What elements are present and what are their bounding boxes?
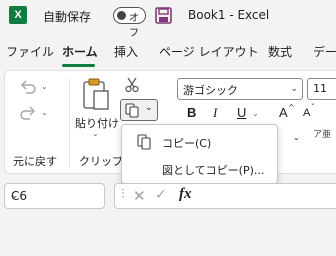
copy-split-button[interactable]: ⌄ — [120, 99, 158, 121]
menu-item-label: 図としてコピー(P)... — [162, 164, 265, 177]
title-bar: X 自動保存 オフ Book1 - Excel — [0, 0, 336, 39]
excel-logo-icon: X — [9, 6, 27, 24]
undo-icon[interactable] — [19, 79, 37, 95]
redo-icon[interactable] — [19, 105, 37, 121]
undo-dropdown-icon[interactable]: ⌄ — [41, 82, 48, 91]
underline-button[interactable]: U — [237, 105, 246, 120]
paste-icon[interactable] — [81, 77, 111, 111]
active-tab-indicator — [62, 64, 95, 67]
insert-function-button[interactable]: fx — [179, 186, 192, 203]
autosave-label: 自動保存 — [43, 10, 92, 24]
copy-dropdown-menu: コピー(C) 図としてコピー(P)... — [121, 124, 278, 184]
chevron-down-icon: ⌄ — [290, 84, 298, 94]
font-color-dropdown-icon[interactable]: ⌄ — [293, 133, 300, 142]
group-separator — [69, 79, 70, 167]
cancel-icon[interactable]: ✕ — [133, 187, 146, 205]
font-name-value: 游ゴシック — [183, 84, 238, 97]
shrink-font-button[interactable]: A — [303, 107, 310, 119]
grip-icon: ⋯ — [117, 188, 128, 198]
phonetic-guide-icon[interactable]: ア亜 — [313, 127, 331, 140]
grow-font-caret-icon: ^ — [288, 103, 295, 112]
cut-icon[interactable] — [125, 77, 139, 93]
save-icon[interactable] — [155, 7, 172, 24]
redo-dropdown-icon[interactable]: ⌄ — [41, 108, 48, 117]
menu-item-copy[interactable]: コピー(C) — [126, 130, 275, 154]
document-title: Book1 - Excel — [188, 8, 270, 22]
tab-home[interactable]: ホーム — [62, 43, 98, 60]
ribbon-tabs: ファイル ホーム 挿入 ページ レイアウト 数式 デー — [0, 43, 336, 67]
chevron-down-icon: ⌄ — [145, 103, 153, 113]
menu-item-label: コピー(C) — [162, 137, 212, 150]
tab-data[interactable]: デー — [313, 43, 336, 60]
font-size-value: 11 — [313, 82, 327, 95]
grow-font-button[interactable]: A — [279, 105, 288, 120]
bold-button[interactable]: B — [187, 105, 196, 120]
tab-formulas[interactable]: 数式 — [268, 43, 292, 60]
menu-item-copy-as-picture[interactable]: 図としてコピー(P)... — [126, 157, 275, 181]
font-size-box[interactable]: 11 — [307, 78, 336, 100]
font-name-box[interactable]: 游ゴシック ⌄ — [177, 78, 303, 100]
copy-icon — [125, 103, 139, 118]
chevron-down-icon: ⌄ — [11, 191, 19, 201]
enter-icon[interactable]: ✓ — [155, 187, 167, 203]
tab-file[interactable]: ファイル — [6, 43, 54, 60]
underline-dropdown-icon[interactable]: ⌄ — [252, 109, 259, 118]
tab-insert[interactable]: 挿入 — [114, 43, 138, 60]
paste-dropdown-icon[interactable]: ⌄ — [92, 129, 99, 138]
name-box[interactable]: C6 ⌄ — [4, 183, 105, 209]
tab-page-layout[interactable]: ページ レイアウト — [159, 43, 259, 60]
autosave-toggle[interactable]: オフ — [113, 7, 146, 39]
toggle-knob — [117, 11, 126, 20]
autosave-state: オフ — [129, 13, 139, 39]
copy-icon — [137, 134, 151, 150]
italic-button[interactable]: I — [213, 105, 217, 121]
formula-bar[interactable]: ⋯ ✕ ✓ fx — [114, 183, 336, 209]
undo-group-label: 元に戻す — [13, 155, 57, 168]
shrink-font-caret-icon: ˇ — [311, 103, 315, 112]
